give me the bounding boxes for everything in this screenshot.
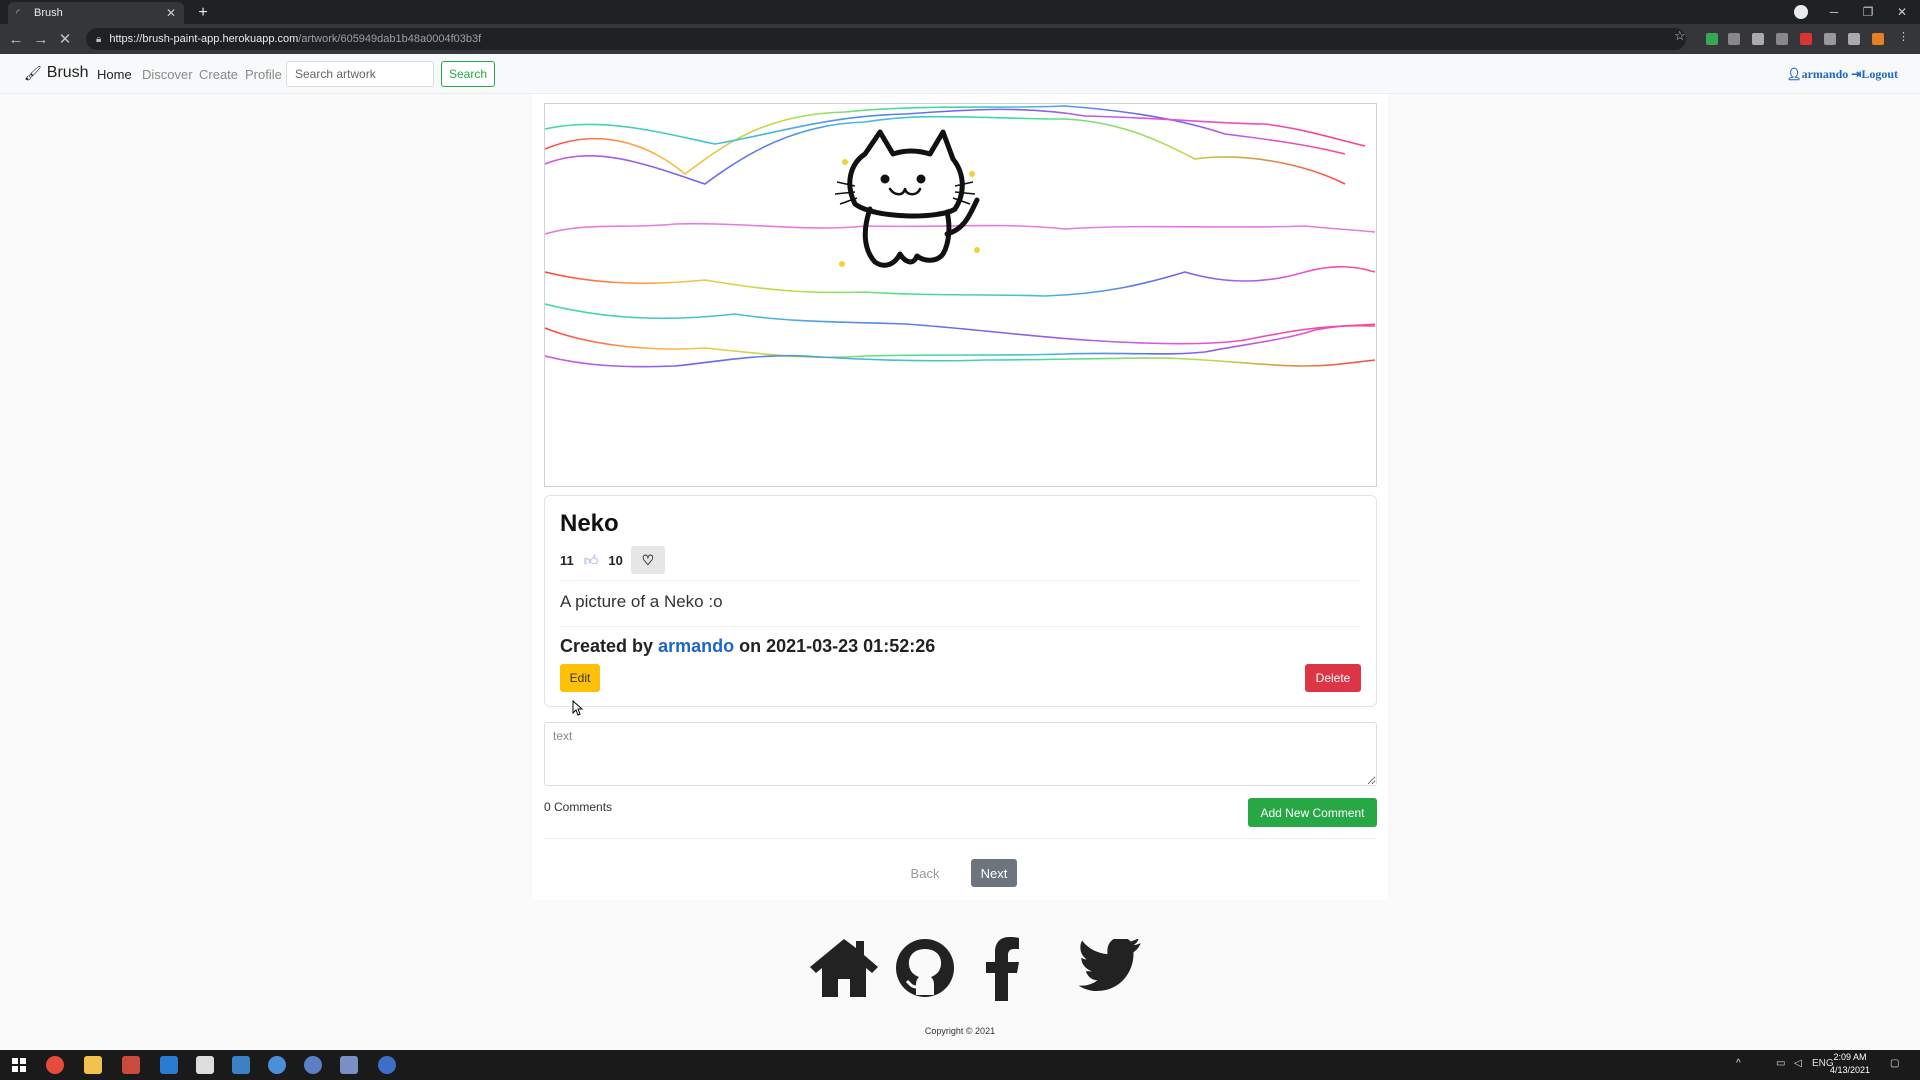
logout-link[interactable]: Logout xyxy=(1861,67,1898,81)
divider xyxy=(560,626,1361,627)
taskbar-clock[interactable]: 2:09 AM 4/13/2021 xyxy=(1830,1051,1870,1077)
edit-button[interactable]: Edit xyxy=(560,664,600,692)
extension-grid-icon[interactable] xyxy=(1824,33,1836,45)
back-button[interactable]: Back xyxy=(904,860,946,886)
app-icon[interactable] xyxy=(378,1056,396,1074)
like-count: 11 xyxy=(560,552,574,568)
chrome-taskbar-icon[interactable] xyxy=(46,1056,64,1074)
nav-profile[interactable]: Profile xyxy=(245,67,282,82)
clock-date: 4/13/2021 xyxy=(1830,1065,1871,1075)
app-icon[interactable] xyxy=(304,1056,322,1074)
puzzle-icon[interactable] xyxy=(1848,33,1860,45)
cat-drawing xyxy=(847,129,980,268)
user-links: 👤︎armando ⇥Logout xyxy=(1786,67,1898,82)
author-link[interactable]: armando xyxy=(658,636,734,656)
nav-home[interactable]: Home xyxy=(97,67,132,82)
comment-input[interactable] xyxy=(544,722,1377,786)
fox-extension-icon[interactable] xyxy=(1872,33,1884,45)
back-arrow-icon[interactable]: ← xyxy=(5,28,27,50)
extension-icon[interactable] xyxy=(1752,33,1764,45)
browser-tab[interactable]: ◜ Brush ✕ xyxy=(8,2,184,24)
favorite-count: 10 xyxy=(608,552,623,568)
add-comment-button[interactable]: Add New Comment xyxy=(1248,798,1377,827)
created-prefix: Created by xyxy=(560,636,654,656)
browser-tab-bar: ◜ Brush ✕ + ─ ❐ ✕ xyxy=(0,0,1920,24)
artwork-stats: 11 👍︎ 10 ♡ xyxy=(560,546,665,574)
windows-taskbar xyxy=(0,1050,1920,1080)
loading-icon: ◜ xyxy=(16,7,20,19)
tab-title: Brush xyxy=(34,7,63,19)
footer-icons xyxy=(808,935,1144,1003)
vscode-icon[interactable] xyxy=(160,1056,178,1074)
address-bar[interactable]: 🔒︎ https://brush-paint-app.herokuapp.com… xyxy=(86,28,1686,50)
close-tab-icon[interactable]: ✕ xyxy=(166,6,176,20)
divider xyxy=(560,580,1361,581)
favorite-button[interactable]: ♡ xyxy=(630,546,665,574)
mail-icon[interactable] xyxy=(122,1056,140,1074)
rainbow-strokes xyxy=(544,105,1376,368)
github-icon[interactable] xyxy=(894,937,956,999)
artwork-details-card: Neko 11 👍︎ 10 ♡ A picture of a Neko :o C… xyxy=(544,495,1377,707)
nav-create[interactable]: Create xyxy=(199,67,238,82)
user-icon: 👤︎ xyxy=(1786,67,1802,81)
facebook-icon[interactable] xyxy=(984,935,1020,1001)
copyright: Copyright © 2021 xyxy=(924,1026,996,1036)
restore-button[interactable]: ❐ xyxy=(1850,0,1886,24)
search-input[interactable] xyxy=(286,61,434,87)
app-icon[interactable] xyxy=(232,1056,250,1074)
chrome-profile-icon[interactable] xyxy=(1794,5,1808,19)
app-icon[interactable] xyxy=(340,1056,358,1074)
divider xyxy=(544,838,1377,839)
tray-chevron-icon[interactable]: ^ xyxy=(1736,1058,1741,1069)
logout-icon: ⇥ xyxy=(1851,67,1862,81)
extension-icon[interactable] xyxy=(1800,33,1812,45)
notifications-icon[interactable]: ▢ xyxy=(1890,1058,1899,1069)
home-icon[interactable] xyxy=(808,935,880,999)
created-by-line: Created by armando on 2021-03-23 01:52:2… xyxy=(560,636,935,657)
heart-icon: ♡ xyxy=(641,551,655,568)
artwork-title: Neko xyxy=(560,510,619,537)
minimize-button[interactable]: ─ xyxy=(1816,0,1852,24)
search-button[interactable]: Search xyxy=(441,61,495,87)
url-host: https://brush-paint-app.herokuapp.com xyxy=(109,33,299,45)
brush-icon: 🖌︎ xyxy=(24,64,42,81)
clock-time: 2:09 AM xyxy=(1833,1052,1867,1062)
forward-arrow-icon[interactable]: → xyxy=(30,28,52,50)
thumbs-up-icon[interactable]: 👍︎ xyxy=(584,552,599,569)
brand-logo[interactable]: 🖌︎ Brush xyxy=(24,64,89,82)
mouse-cursor-icon xyxy=(572,700,584,716)
app-icon[interactable] xyxy=(268,1056,286,1074)
close-window-button[interactable]: ✕ xyxy=(1884,0,1920,24)
twitter-icon[interactable] xyxy=(1078,939,1142,995)
created-date: on 2021-03-23 01:52:26 xyxy=(739,636,936,656)
comment-count: 0 Comments xyxy=(544,800,613,814)
extension-shield-icon[interactable] xyxy=(1706,33,1718,45)
site-navbar: 🖌︎ Brush Home Discover Create Profile Se… xyxy=(0,54,1920,94)
browser-toolbar: ← → ✕ 🔒︎ https://brush-paint-app.herokua… xyxy=(0,24,1920,54)
url-path: /artwork/605949dab1b48a0004f03b3f xyxy=(298,33,482,45)
menu-dots-icon[interactable]: ⋮ xyxy=(1898,30,1910,43)
bookmark-star-icon[interactable]: ☆ xyxy=(1674,28,1686,44)
artwork-image xyxy=(544,103,1377,487)
stop-loading-icon[interactable]: ✕ xyxy=(54,28,76,50)
artwork-description: A picture of a Neko :o xyxy=(560,592,723,611)
lock-icon: 🔒︎ xyxy=(96,33,102,45)
file-explorer-icon[interactable] xyxy=(84,1056,102,1074)
brand-name: Brush xyxy=(46,64,89,81)
next-button[interactable]: Next xyxy=(971,859,1017,887)
volume-icon[interactable]: ◁ xyxy=(1794,1058,1802,1069)
extension-icon[interactable] xyxy=(1728,33,1740,45)
user-link[interactable]: armando xyxy=(1802,67,1849,81)
new-tab-button[interactable]: + xyxy=(192,2,214,24)
notepad-icon[interactable] xyxy=(196,1056,214,1074)
network-icon[interactable]: ▭ xyxy=(1776,1058,1785,1069)
windows-start-icon[interactable] xyxy=(12,1058,26,1072)
delete-button[interactable]: Delete xyxy=(1305,664,1361,692)
extension-icon[interactable] xyxy=(1776,33,1788,45)
nav-discover[interactable]: Discover xyxy=(142,67,193,82)
